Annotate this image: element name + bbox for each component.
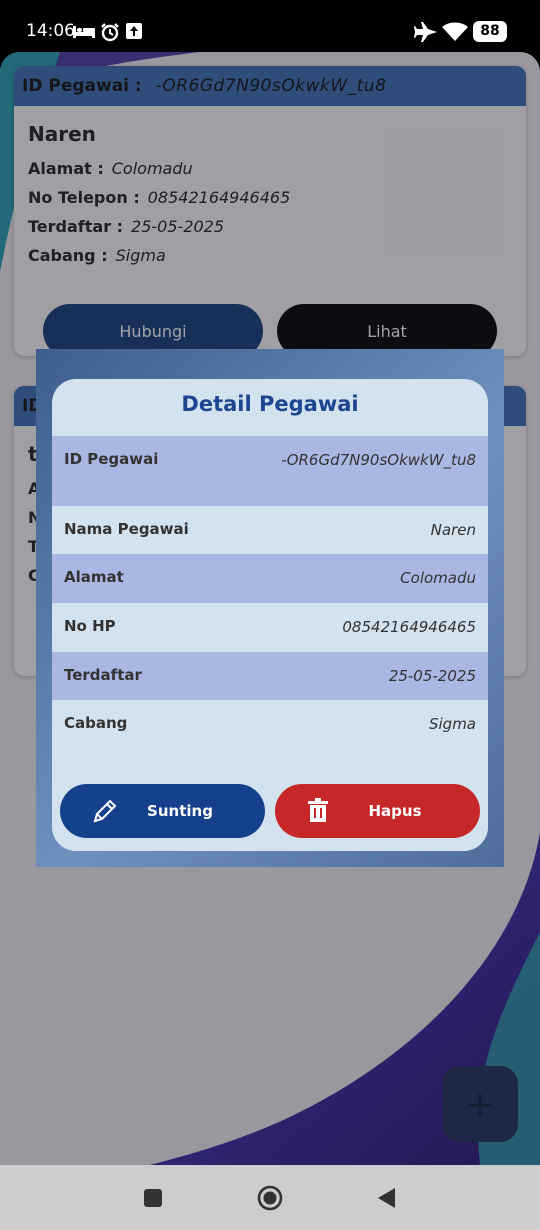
status-bar: 14:06 88 [0, 0, 540, 58]
edit-button-label: Sunting [147, 802, 213, 820]
status-time: 14:06 [26, 21, 75, 41]
detail-row-address: Alamat Colomadu [52, 554, 488, 603]
detail-row-name: Nama Pegawai Naren [64, 520, 476, 539]
delete-button[interactable]: Hapus [275, 784, 480, 838]
detail-row-registered: Terdaftar 25-05-2025 [52, 652, 488, 700]
upload-icon [125, 22, 143, 40]
recent-apps-icon[interactable] [139, 1184, 167, 1212]
home-icon[interactable] [256, 1184, 284, 1212]
edit-button[interactable]: Sunting [60, 784, 265, 838]
back-icon[interactable] [372, 1184, 400, 1212]
delete-button-label: Hapus [368, 802, 422, 820]
system-nav-bar [0, 1165, 540, 1230]
wifi-icon [442, 22, 468, 42]
detail-row-branch: Cabang Sigma [64, 714, 476, 733]
airplane-icon [414, 22, 438, 42]
battery-icon: 88 [473, 21, 507, 42]
detail-row-phone: No HP 08542164946465 [64, 617, 476, 636]
alarm-icon [100, 22, 120, 42]
dialog-title: Detail Pegawai [181, 392, 359, 416]
bed-icon [72, 22, 96, 40]
detail-dialog: Detail Pegawai ID Pegawai -OR6Gd7N90sOkw… [52, 379, 488, 851]
detail-row-id: ID Pegawai -OR6Gd7N90sOkwkW_tu8 [52, 436, 488, 506]
